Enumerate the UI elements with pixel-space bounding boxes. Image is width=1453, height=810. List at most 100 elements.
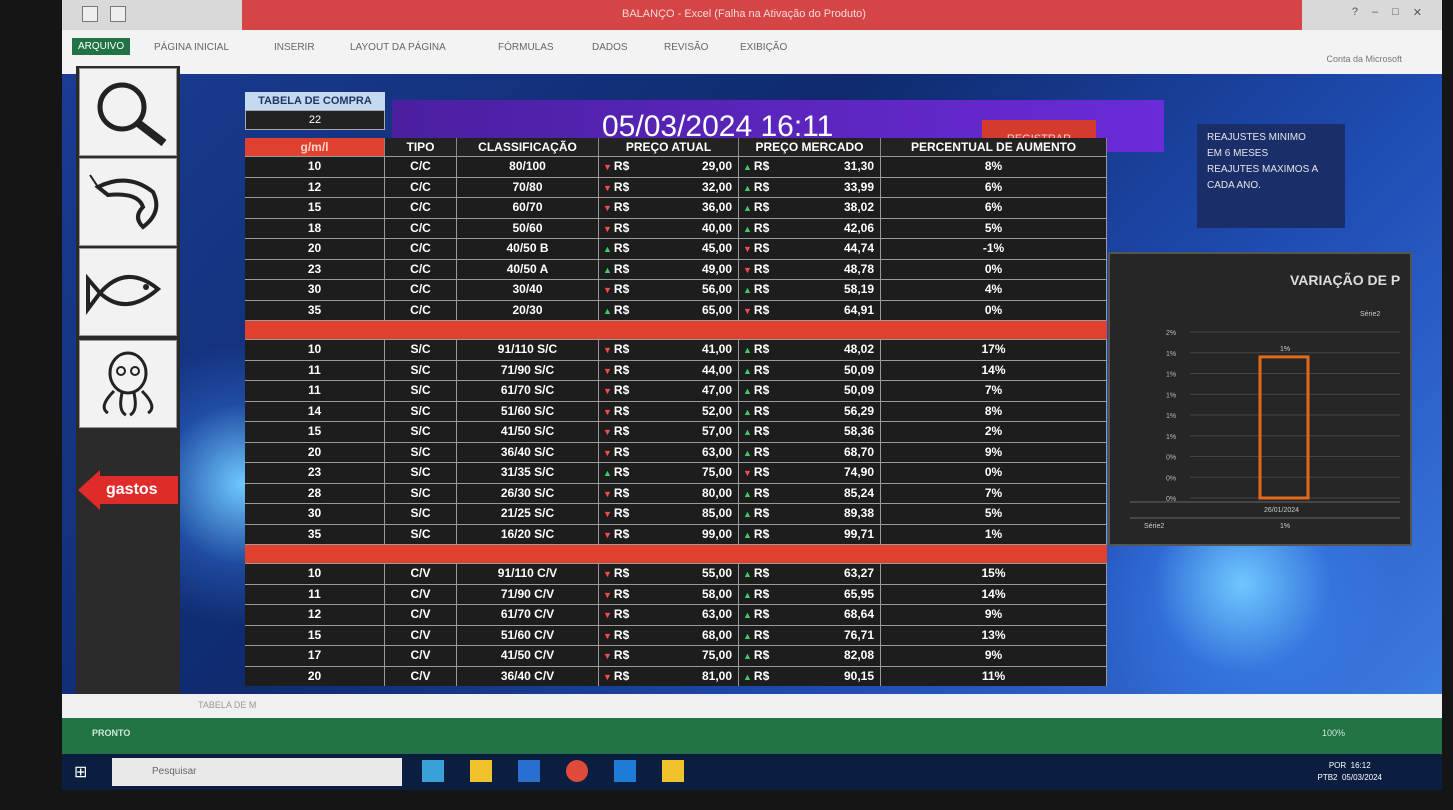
cell-gml[interactable]: 23 [245, 259, 385, 279]
cell-preco-atual[interactable]: ▼ R$ 36,00 [599, 198, 739, 218]
cell-classificacao[interactable]: 26/30 S/C [457, 483, 599, 503]
cell-gml[interactable]: 35 [245, 300, 385, 320]
cell-percentual[interactable]: 11% [881, 666, 1107, 686]
cell-classificacao[interactable]: 51/60 S/C [457, 401, 599, 421]
cell-tipo[interactable]: S/C [385, 340, 457, 360]
cell-percentual[interactable]: 17% [881, 340, 1107, 360]
cell-preco-atual[interactable]: ▲ R$ 49,00 [599, 259, 739, 279]
cell-preco-atual[interactable]: ▲ R$ 45,00 [599, 239, 739, 259]
cell-percentual[interactable]: 15% [881, 564, 1107, 584]
cell-preco-mercado[interactable]: ▲ R$ 42,06 [739, 218, 881, 238]
cell-preco-mercado[interactable]: ▲ R$ 50,09 [739, 360, 881, 380]
cell-percentual[interactable]: 13% [881, 625, 1107, 645]
sheet-tab[interactable]: TABELA DE M [198, 700, 256, 710]
cell-preco-atual[interactable]: ▼ R$ 58,00 [599, 584, 739, 604]
cell-preco-mercado[interactable]: ▲ R$ 58,19 [739, 280, 881, 300]
cell-preco-mercado[interactable]: ▲ R$ 68,64 [739, 605, 881, 625]
cell-preco-mercado[interactable]: ▼ R$ 44,74 [739, 239, 881, 259]
cell-classificacao[interactable]: 41/50 S/C [457, 422, 599, 442]
cell-preco-atual[interactable]: ▼ R$ 85,00 [599, 504, 739, 524]
cell-tipo[interactable]: C/C [385, 259, 457, 279]
cell-classificacao[interactable]: 61/70 C/V [457, 605, 599, 625]
cell-tipo[interactable]: C/V [385, 605, 457, 625]
cell-classificacao[interactable]: 80/100 [457, 157, 599, 177]
cell-tipo[interactable]: C/V [385, 564, 457, 584]
tab-exibicao[interactable]: EXIBIÇÃO [740, 42, 787, 53]
word-icon[interactable] [518, 760, 540, 782]
cell-preco-mercado[interactable]: ▲ R$ 33,99 [739, 177, 881, 197]
cell-gml[interactable]: 14 [245, 401, 385, 421]
cell-classificacao[interactable]: 31/35 S/C [457, 463, 599, 483]
cell-percentual[interactable]: 4% [881, 280, 1107, 300]
cell-preco-mercado[interactable]: ▲ R$ 65,95 [739, 584, 881, 604]
cell-preco-mercado[interactable]: ▲ R$ 50,09 [739, 381, 881, 401]
cell-classificacao[interactable]: 51/60 C/V [457, 625, 599, 645]
cell-tipo[interactable]: S/C [385, 483, 457, 503]
cell-preco-atual[interactable]: ▼ R$ 55,00 [599, 564, 739, 584]
cell-tipo[interactable]: C/C [385, 198, 457, 218]
cell-preco-atual[interactable]: ▼ R$ 99,00 [599, 524, 739, 544]
cell-percentual[interactable]: 6% [881, 198, 1107, 218]
cell-classificacao[interactable]: 70/80 [457, 177, 599, 197]
cell-percentual[interactable]: 9% [881, 605, 1107, 625]
cell-tipo[interactable]: C/C [385, 177, 457, 197]
cell-percentual[interactable]: 14% [881, 584, 1107, 604]
cell-classificacao[interactable]: 40/50 B [457, 239, 599, 259]
cell-tipo[interactable]: S/C [385, 442, 457, 462]
cell-tipo[interactable]: C/C [385, 300, 457, 320]
cell-percentual[interactable]: 9% [881, 646, 1107, 666]
cell-tipo[interactable]: C/V [385, 666, 457, 686]
cell-preco-atual[interactable]: ▼ R$ 57,00 [599, 422, 739, 442]
system-clock[interactable]: POR 16:12 PTB2 05/03/2024 [1317, 760, 1382, 784]
cell-preco-mercado[interactable]: ▲ R$ 31,30 [739, 157, 881, 177]
cell-classificacao[interactable]: 50/60 [457, 218, 599, 238]
cell-percentual[interactable]: 9% [881, 442, 1107, 462]
cell-preco-mercado[interactable]: ▲ R$ 76,71 [739, 625, 881, 645]
cell-preco-atual[interactable]: ▼ R$ 32,00 [599, 177, 739, 197]
cell-gml[interactable]: 12 [245, 605, 385, 625]
cell-preco-atual[interactable]: ▼ R$ 47,00 [599, 381, 739, 401]
cell-gml[interactable]: 15 [245, 198, 385, 218]
cell-percentual[interactable]: 0% [881, 463, 1107, 483]
tab-inserir[interactable]: INSERIR [274, 42, 315, 53]
taskbar-search[interactable]: Pesquisar [112, 758, 402, 786]
fish-icon[interactable] [79, 248, 177, 336]
cell-tipo[interactable]: S/C [385, 360, 457, 380]
cell-preco-atual[interactable]: ▼ R$ 40,00 [599, 218, 739, 238]
cell-gml[interactable]: 20 [245, 666, 385, 686]
cell-gml[interactable]: 28 [245, 483, 385, 503]
cell-percentual[interactable]: 5% [881, 504, 1107, 524]
windows-start-icon[interactable]: ⊞ [74, 762, 94, 782]
cell-tipo[interactable]: S/C [385, 504, 457, 524]
cell-preco-atual[interactable]: ▼ R$ 75,00 [599, 646, 739, 666]
cell-preco-atual[interactable]: ▲ R$ 65,00 [599, 300, 739, 320]
cell-tipo[interactable]: C/C [385, 157, 457, 177]
cell-preco-mercado[interactable]: ▲ R$ 90,15 [739, 666, 881, 686]
cell-classificacao[interactable]: 91/110 C/V [457, 564, 599, 584]
cell-gml[interactable]: 20 [245, 239, 385, 259]
cell-classificacao[interactable]: 36/40 C/V [457, 666, 599, 686]
cell-preco-atual[interactable]: ▼ R$ 68,00 [599, 625, 739, 645]
cell-percentual[interactable]: 0% [881, 300, 1107, 320]
cell-gml[interactable]: 35 [245, 524, 385, 544]
window-controls[interactable]: ? – □ ✕ [1352, 6, 1422, 19]
cell-percentual[interactable]: 0% [881, 259, 1107, 279]
quick-access-toolbar[interactable] [82, 6, 126, 22]
cell-preco-atual[interactable]: ▼ R$ 29,00 [599, 157, 739, 177]
cell-preco-mercado[interactable]: ▲ R$ 99,71 [739, 524, 881, 544]
cell-gml[interactable]: 11 [245, 381, 385, 401]
cell-classificacao[interactable]: 60/70 [457, 198, 599, 218]
cell-classificacao[interactable]: 21/25 S/C [457, 504, 599, 524]
tab-layout[interactable]: LAYOUT DA PÁGINA [350, 42, 446, 53]
gastos-button[interactable]: gastos [78, 470, 178, 510]
cell-preco-mercado[interactable]: ▲ R$ 58,36 [739, 422, 881, 442]
cell-preco-mercado[interactable]: ▲ R$ 85,24 [739, 483, 881, 503]
cell-percentual[interactable]: 6% [881, 177, 1107, 197]
cell-preco-atual[interactable]: ▼ R$ 63,00 [599, 605, 739, 625]
cell-gml[interactable]: 12 [245, 177, 385, 197]
cell-percentual[interactable]: 2% [881, 422, 1107, 442]
cell-tipo[interactable]: S/C [385, 463, 457, 483]
cell-percentual[interactable]: 7% [881, 483, 1107, 503]
account-label[interactable]: Conta da Microsoft [1326, 54, 1402, 64]
cell-preco-mercado[interactable]: ▲ R$ 82,08 [739, 646, 881, 666]
